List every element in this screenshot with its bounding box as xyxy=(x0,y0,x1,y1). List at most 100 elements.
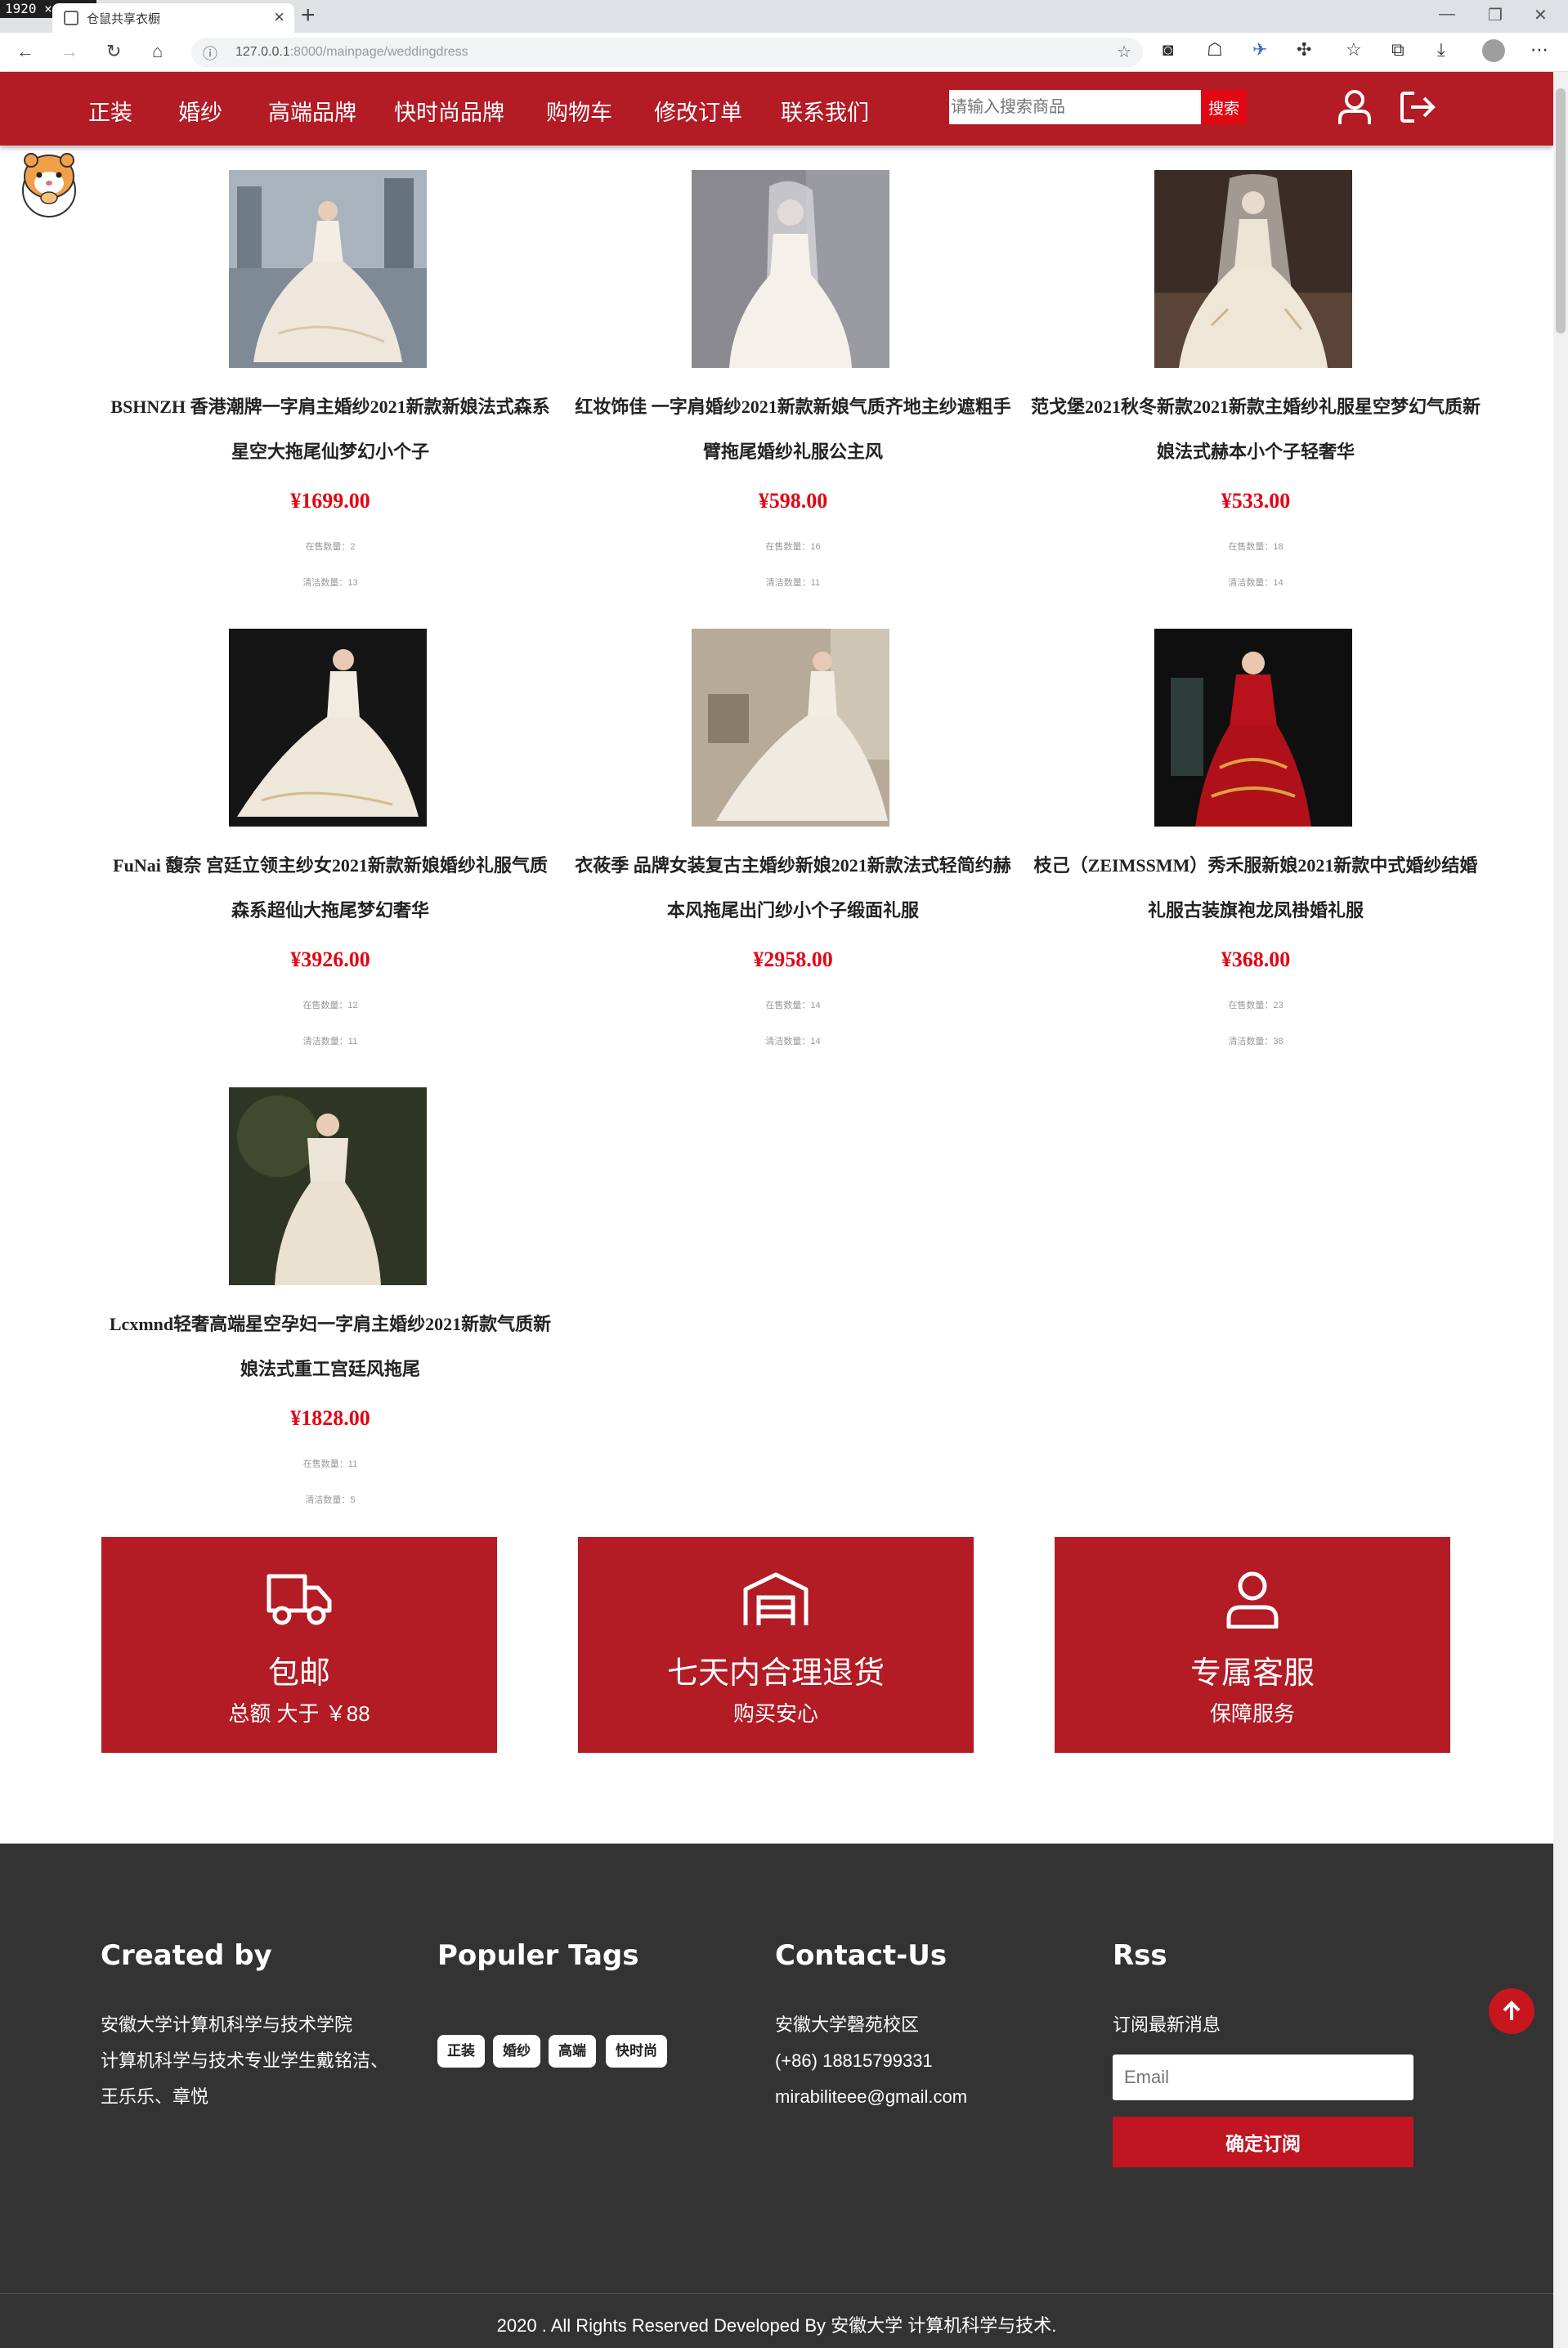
product-price: ¥368.00 xyxy=(1221,948,1291,971)
product-image[interactable] xyxy=(1154,170,1352,368)
footer-contact-title: Contact-Us xyxy=(775,1939,948,1972)
browser-tab[interactable]: 仓鼠共享衣橱 × xyxy=(52,3,294,33)
product-image[interactable] xyxy=(229,629,427,827)
product-card[interactable]: 衣莜季 品牌女装复古主婚纱新娘2021新款法式轻简约赫 本风拖尾出门纱小个子缎面礼… xyxy=(564,629,1022,1070)
site-navbar: 正装 婚纱 高端品牌 快时尚品牌 购物车 修改订单 联系我们 搜索 xyxy=(0,72,1553,146)
product-image[interactable] xyxy=(692,170,889,368)
product-clean-count: 清洁数量：14 xyxy=(1228,578,1284,588)
product-clean-count: 清洁数量：5 xyxy=(305,1495,356,1505)
truck-icon xyxy=(101,1570,497,1633)
product-card[interactable]: FuNai 馥奈 宫廷立领主纱女2021新款新娘婚纱礼服气质 森系超仙大拖尾梦幻奢… xyxy=(101,629,559,1070)
warehouse-icon xyxy=(578,1570,974,1633)
url-text: 127.0.0.1:8000/mainpage/weddingdress xyxy=(235,45,468,59)
nav-item-cart[interactable]: 购物车 xyxy=(546,95,612,127)
product-image[interactable] xyxy=(229,1087,427,1285)
more-menu-icon[interactable]: ⋯ xyxy=(1530,39,1548,60)
product-stock-count: 在售数量：18 xyxy=(1228,542,1284,552)
product-card[interactable]: 范戈堡2021秋冬新款2021新款主婚纱礼服星空梦幻气质新 娘法式赫本小个子轻奢华… xyxy=(1027,170,1485,612)
tag-wedding-dress[interactable]: 婚纱 xyxy=(493,2035,540,2068)
product-card[interactable]: Lcxmnd轻奢高端星空孕妇一字肩主婚纱2021新款气质新 娘法式重工宫廷风拖尾 … xyxy=(101,1087,559,1529)
site-info-icon[interactable]: ⓘ xyxy=(203,43,217,64)
nav-item-fast-fashion[interactable]: 快时尚品牌 xyxy=(394,95,504,127)
product-stock-count: 在售数量：2 xyxy=(305,542,356,552)
url-bar[interactable]: ⓘ 127.0.0.1:8000/mainpage/weddingdress ☆ xyxy=(191,38,1143,67)
reload-icon[interactable]: ↻ xyxy=(106,41,121,62)
tag-luxury[interactable]: 高端 xyxy=(549,2035,596,2068)
footer-contact-text: 安徽大学磬苑校区 (+86) 18815799331 mirabiliteee@… xyxy=(775,2014,968,2107)
product-card[interactable]: 红妆饰佳 一字肩婚纱2021新款新娘气质齐地主纱遮粗手 臂拖尾婚纱礼服公主风 ¥5… xyxy=(564,170,1022,612)
logout-icon[interactable] xyxy=(1400,90,1437,124)
product-price: ¥1699.00 xyxy=(290,489,370,513)
address-bar-row: ← → ↻ ⌂ ⓘ 127.0.0.1:8000/mainpage/weddin… xyxy=(0,33,1568,72)
browser-tab-strip: 1920 × 1030 仓鼠共享衣橱 × + — ❐ ✕ xyxy=(0,0,1568,33)
bird-extension-icon[interactable]: ✈ xyxy=(1252,39,1267,60)
product-name[interactable]: Lcxmnd轻奢高端星空孕妇一字肩主婚纱2021新款气质新 娘法式重工宫廷风拖尾 xyxy=(101,1302,559,1391)
back-to-top-button[interactable] xyxy=(1489,1988,1534,2034)
nav-item-formal[interactable]: 正装 xyxy=(88,95,132,127)
favorites-icon[interactable]: ☆ xyxy=(1346,39,1362,60)
product-price: ¥3926.00 xyxy=(290,948,370,971)
page-favicon-icon xyxy=(64,11,78,25)
minimize-icon[interactable]: — xyxy=(1439,5,1455,24)
footer-divider xyxy=(0,2293,1553,2294)
product-name[interactable]: 红妆饰佳 一字肩婚纱2021新款新娘气质齐地主纱遮粗手 臂拖尾婚纱礼服公主风 xyxy=(564,384,1022,474)
email-field[interactable] xyxy=(1113,2054,1413,2100)
product-name[interactable]: 枝己（ZEIMSSMM）秀禾服新娘2021新款中式婚纱结婚 礼服古装旗袍龙凤褂婚礼… xyxy=(1027,843,1485,933)
puzzle-icon[interactable]: ✣ xyxy=(1297,39,1311,60)
restore-icon[interactable]: ❐ xyxy=(1488,5,1503,25)
product-stock-count: 在售数量：14 xyxy=(765,1001,821,1010)
product-name[interactable]: FuNai 馥奈 宫廷立领主纱女2021新款新娘婚纱礼服气质 森系超仙大拖尾梦幻奢… xyxy=(101,843,559,933)
profile-avatar[interactable] xyxy=(1482,39,1505,62)
product-clean-count: 清洁数量：13 xyxy=(302,578,358,588)
search-input[interactable] xyxy=(949,90,1201,124)
tab-close-icon[interactable]: × xyxy=(274,7,284,28)
tab-title: 仓鼠共享衣橱 xyxy=(87,12,161,26)
product-stock-count: 在售数量：12 xyxy=(302,1001,358,1010)
feature-customer-service: 专属客服 保障服务 xyxy=(1055,1537,1450,1753)
ghost-extension-icon[interactable]: ☖ xyxy=(1207,39,1223,60)
collections-icon[interactable]: ⧉ xyxy=(1391,39,1404,60)
site-footer: Created by 安徽大学计算机科学与技术学院 计算机科学与技术专业学生戴铭… xyxy=(0,1844,1553,2348)
footer-created-title: Created by xyxy=(101,1939,272,1972)
copyright-text: 2020 . All Rights Reserved Developed By … xyxy=(496,2315,1057,2336)
product-image[interactable] xyxy=(229,170,427,368)
feature-subtitle: 总额 大于 ￥88 xyxy=(228,1701,370,1726)
feature-subtitle: 保障服务 xyxy=(1209,1701,1295,1726)
nav-item-wedding-dress[interactable]: 婚纱 xyxy=(178,95,222,127)
feature-title: 包邮 xyxy=(267,1656,330,1691)
feature-title: 专属客服 xyxy=(1189,1656,1315,1691)
nav-item-luxury-brand[interactable]: 高端品牌 xyxy=(268,95,356,127)
product-name[interactable]: BSHNZH 香港潮牌一字肩主婚纱2021新款新娘法式森系 星空大拖尾仙梦幻小个子 xyxy=(101,384,559,474)
feature-subtitle: 购买安心 xyxy=(732,1701,818,1726)
user-icon[interactable] xyxy=(1336,88,1373,126)
product-card[interactable]: 枝己（ZEIMSSMM）秀禾服新娘2021新款中式婚纱结婚 礼服古装旗袍龙凤褂婚礼… xyxy=(1027,629,1485,1070)
scrollbar-thumb[interactable] xyxy=(1556,88,1566,334)
product-name[interactable]: 范戈堡2021秋冬新款2021新款主婚纱礼服星空梦幻气质新 娘法式赫本小个子轻奢华 xyxy=(1027,384,1485,474)
tag-formal[interactable]: 正装 xyxy=(437,2035,485,2068)
new-tab-icon[interactable]: + xyxy=(301,2,316,29)
footer-rss-title: Rss xyxy=(1113,1939,1167,1972)
bookmark-star-icon[interactable]: ☆ xyxy=(1117,42,1131,62)
back-icon[interactable]: ← xyxy=(16,41,34,62)
product-clean-count: 清洁数量：11 xyxy=(302,1037,358,1046)
forward-icon[interactable]: → xyxy=(60,41,78,62)
product-name[interactable]: 衣莜季 品牌女装复古主婚纱新娘2021新款法式轻简约赫 本风拖尾出门纱小个子缎面礼… xyxy=(564,843,1022,933)
product-clean-count: 清洁数量：38 xyxy=(1228,1037,1284,1046)
product-price: ¥2958.00 xyxy=(753,948,833,971)
person-icon xyxy=(1055,1570,1450,1633)
home-icon[interactable]: ⌂ xyxy=(152,41,163,62)
search-button[interactable]: 搜索 xyxy=(1201,90,1247,124)
tag-fast-fashion[interactable]: 快时尚 xyxy=(606,2035,667,2068)
product-image[interactable] xyxy=(692,629,889,827)
subscribe-button[interactable]: 确定订阅 xyxy=(1113,2117,1413,2167)
page-scrollbar[interactable] xyxy=(1553,72,1568,2348)
window-close-icon[interactable]: ✕ xyxy=(1534,5,1548,25)
nav-item-contact[interactable]: 联系我们 xyxy=(781,95,869,127)
product-card[interactable]: BSHNZH 香港潮牌一字肩主婚纱2021新款新娘法式森系 星空大拖尾仙梦幻小个子… xyxy=(101,170,559,612)
extension-icon[interactable]: ◙ xyxy=(1163,39,1173,60)
footer-rss-text: 订阅最新消息 xyxy=(1113,2014,1221,2035)
product-image[interactable] xyxy=(1154,629,1352,827)
download-icon[interactable]: ⤓ xyxy=(1437,39,1445,60)
nav-item-edit-order[interactable]: 修改订单 xyxy=(654,95,742,127)
product-price: ¥1828.00 xyxy=(290,1406,370,1430)
